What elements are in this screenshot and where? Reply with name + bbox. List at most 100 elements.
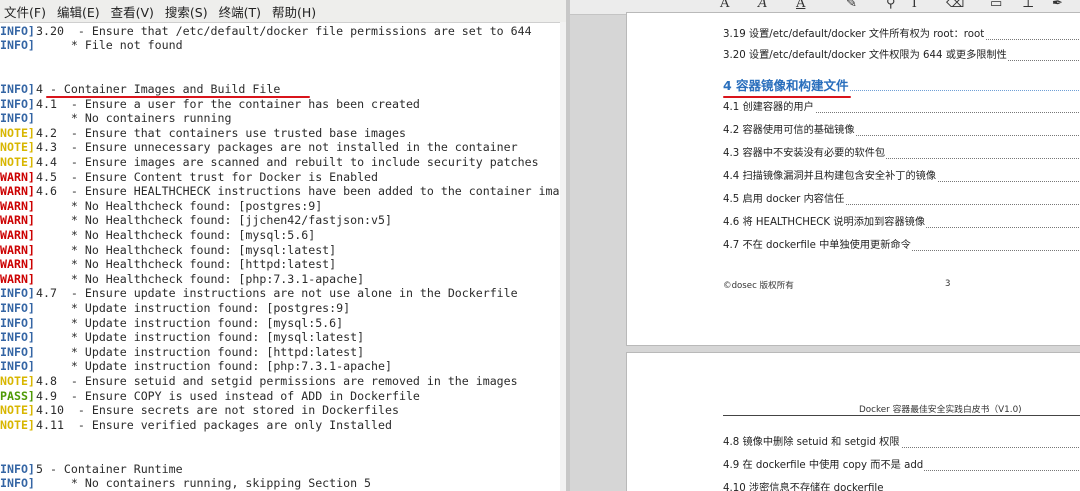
terminal-line: WARN]4.6 - Ensure HEALTHCHECK instructio… <box>0 184 566 199</box>
log-message: * No containers running <box>36 111 232 126</box>
pin-icon[interactable]: ⚲ <box>886 0 896 12</box>
toc-entry[interactable]: 4.6 将 HEALTHCHECK 说明添加到容器镜像 <box>723 215 1080 231</box>
pdf-viewer[interactable]: A A A ✎ ⚲ T ⌫ ▭ ⊥ ✒ 3.19 设置/etc/default/… <box>570 0 1080 491</box>
page-number: 3 <box>945 279 951 289</box>
toc-section-heading[interactable]: 4 容器镜像和构建文件 <box>723 77 1080 95</box>
terminal-line: INFO] * No containers running, skipping … <box>0 476 371 491</box>
toc-entry-text: 4.10 涉密信息不存储在 dockerfile <box>723 483 885 491</box>
toc-entry[interactable]: 4.8 镜像中删除 setuid 和 setgid 权限 <box>723 435 1080 451</box>
log-message: 4.9 - Ensure COPY is used instead of ADD… <box>36 388 420 403</box>
log-level-tag: NOTE] <box>0 125 35 140</box>
erase-icon[interactable]: ⌫ <box>946 0 964 12</box>
toc-entry[interactable]: 4.10 涉密信息不存储在 dockerfile <box>723 481 1080 491</box>
terminal-line: INFO]4.1 - Ensure a user for the contain… <box>0 97 420 112</box>
log-level-tag: WARN] <box>0 227 35 242</box>
menu-item[interactable]: 搜索(S) <box>161 2 215 21</box>
toc-entry[interactable]: 4.7 不在 dockerfile 中单独使用更新命令 <box>723 238 1080 254</box>
log-level-tag: PASS] <box>0 388 35 403</box>
log-level-tag: INFO] <box>0 286 35 301</box>
log-message: 4.2 - Ensure that containers use trusted… <box>36 125 406 140</box>
log-message: 4.8 - Ensure setuid and setgid permissio… <box>36 373 518 388</box>
italic-text-icon[interactable]: A <box>758 0 767 12</box>
log-level-tag: NOTE] <box>0 140 35 155</box>
text-size-icon[interactable]: A <box>720 0 729 12</box>
terminal-line: INFO] * No containers running <box>0 111 231 126</box>
log-message: 4.6 - Ensure HEALTHCHECK instructions ha… <box>36 184 566 199</box>
log-message: * No containers running, skipping Sectio… <box>36 476 372 491</box>
toc-entry-text: 4.4 扫描镜像漏洞并且构建包含安全补丁的镜像 <box>723 171 938 182</box>
log-message: * Update instruction found: [postgres:9] <box>36 300 351 315</box>
terminal-output[interactable]: INFO]3.20 - Ensure that /etc/default/doc… <box>0 22 566 491</box>
toc-entry[interactable]: 4.1 创建容器的用户 <box>723 100 1080 116</box>
toc-entry-text: 4.6 将 HEALTHCHECK 说明添加到容器镜像 <box>723 217 927 228</box>
menu-item[interactable]: 文件(F) <box>0 2 53 21</box>
terminal-line: NOTE]4.8 - Ensure setuid and setgid perm… <box>0 374 518 389</box>
pen-icon[interactable]: ✒ <box>1052 0 1063 12</box>
terminal-line: WARN] * No Healthcheck found: [php:7.3.1… <box>0 272 364 287</box>
log-message: 4.5 - Ensure Content trust for Docker is… <box>36 169 379 184</box>
log-message: 4 - Container Images and Build File <box>36 81 281 96</box>
log-level-tag: WARN] <box>0 184 35 199</box>
toc-entry[interactable]: 4.2 容器使用可信的基础镜像 <box>723 123 1080 139</box>
log-message: 3.20 - Ensure that /etc/default/docker f… <box>36 23 532 38</box>
log-level-tag: INFO] <box>0 330 35 345</box>
underline-text-icon[interactable]: A <box>796 0 805 12</box>
page-header-title: Docker 容器最佳安全实践白皮书（V1.0) <box>859 405 1022 415</box>
log-level-tag: NOTE] <box>0 373 35 388</box>
toc-heading-text: 4 容器镜像和构建文件 <box>723 78 850 93</box>
page-footer-copyright: ©dosec 版权所有 <box>723 281 794 291</box>
log-level-tag: WARN] <box>0 213 35 228</box>
toc-entry[interactable]: 3.20 设置/etc/default/docker 文件权限为 644 或更多… <box>723 48 1080 64</box>
log-message: * No Healthcheck found: [mysql:5.6] <box>36 227 316 242</box>
toc-entry-text: 4.1 创建容器的用户 <box>723 102 815 113</box>
log-message: * Update instruction found: [mysql:lates… <box>36 330 365 345</box>
log-level-tag: INFO] <box>0 315 35 330</box>
terminal-line: INFO]4 - Container Images and Build File <box>0 82 280 97</box>
log-message: 4.1 - Ensure a user for the container ha… <box>36 96 420 111</box>
menu-item[interactable]: 帮助(H) <box>268 2 323 21</box>
terminal-line: INFO]3.20 - Ensure that /etc/default/doc… <box>0 24 532 39</box>
log-message: 4.11 - Ensure verified packages are only… <box>36 417 392 432</box>
toc-entry[interactable]: 4.3 容器中不安装没有必要的软件包 <box>723 146 1080 162</box>
toc-entry[interactable]: 4.9 在 dockerfile 中使用 copy 而不是 add <box>723 458 1080 474</box>
toc-entry-text: 4.9 在 dockerfile 中使用 copy 而不是 add <box>723 460 925 471</box>
terminal-window[interactable]: 文件(F) 编辑(E) 查看(V) 搜索(S) 终端(T) 帮助(H) INFO]3.20… <box>0 0 566 491</box>
terminal-line: NOTE]4.2 - Ensure that containers use tr… <box>0 126 406 141</box>
log-message: 4.3 - Ensure unnecessary packages are no… <box>36 140 518 155</box>
toc-entry-text: 4.8 镜像中删除 setuid 和 setgid 权限 <box>723 437 901 448</box>
toc-entry-text: 4.5 启用 docker 内容信任 <box>723 194 846 205</box>
toc-entry-text: 4.7 不在 dockerfile 中单独使用更新命令 <box>723 240 912 251</box>
toc-entry-text: 4.2 容器使用可信的基础镜像 <box>723 125 856 136</box>
menu-item[interactable]: 编辑(E) <box>53 2 107 21</box>
log-level-tag: INFO] <box>0 96 35 111</box>
terminal-line: NOTE]4.10 - Ensure secrets are not store… <box>0 403 399 418</box>
log-level-tag: INFO] <box>0 38 35 53</box>
log-message: 4.10 - Ensure secrets are not stored in … <box>36 403 399 418</box>
terminal-line: PASS]4.9 - Ensure COPY is used instead o… <box>0 389 420 404</box>
toc-entry[interactable]: 4.5 启用 docker 内容信任 <box>723 192 1080 208</box>
log-level-tag: INFO] <box>0 359 35 374</box>
menu-item[interactable]: 终端(T) <box>215 2 268 21</box>
stamp-icon[interactable]: ⊥ <box>1022 0 1034 12</box>
toc-entry[interactable]: 4.4 扫描镜像漏洞并且构建包含安全补丁的镜像 <box>723 169 1080 185</box>
terminal-line: NOTE]4.11 - Ensure verified packages are… <box>0 418 392 433</box>
log-message: * File not found <box>36 38 183 53</box>
menu-item[interactable]: 查看(V) <box>107 2 161 21</box>
terminal-line: WARN] * No Healthcheck found: [jjchen42/… <box>0 213 392 228</box>
toc-entry-text: 4.3 容器中不安装没有必要的软件包 <box>723 148 887 159</box>
terminal-line: NOTE]4.4 - Ensure images are scanned and… <box>0 155 539 170</box>
log-message: * No Healthcheck found: [mysql:latest] <box>36 242 337 257</box>
section-red-underline <box>46 95 310 98</box>
log-level-tag: WARN] <box>0 271 35 286</box>
comment-icon[interactable]: ▭ <box>990 0 1002 12</box>
pencil-icon[interactable]: ✎ <box>846 0 857 12</box>
terminal-line: INFO] * Update instruction found: [php:7… <box>0 359 392 374</box>
text-tool-icon[interactable]: T <box>910 0 919 12</box>
toc-entry-text: 3.19 设置/etc/default/docker 文件所有权为 root：r… <box>723 29 986 40</box>
terminal-line: INFO] * Update instruction found: [httpd… <box>0 345 364 360</box>
toc-entry[interactable]: 3.19 设置/etc/default/docker 文件所有权为 root：r… <box>723 27 1080 43</box>
